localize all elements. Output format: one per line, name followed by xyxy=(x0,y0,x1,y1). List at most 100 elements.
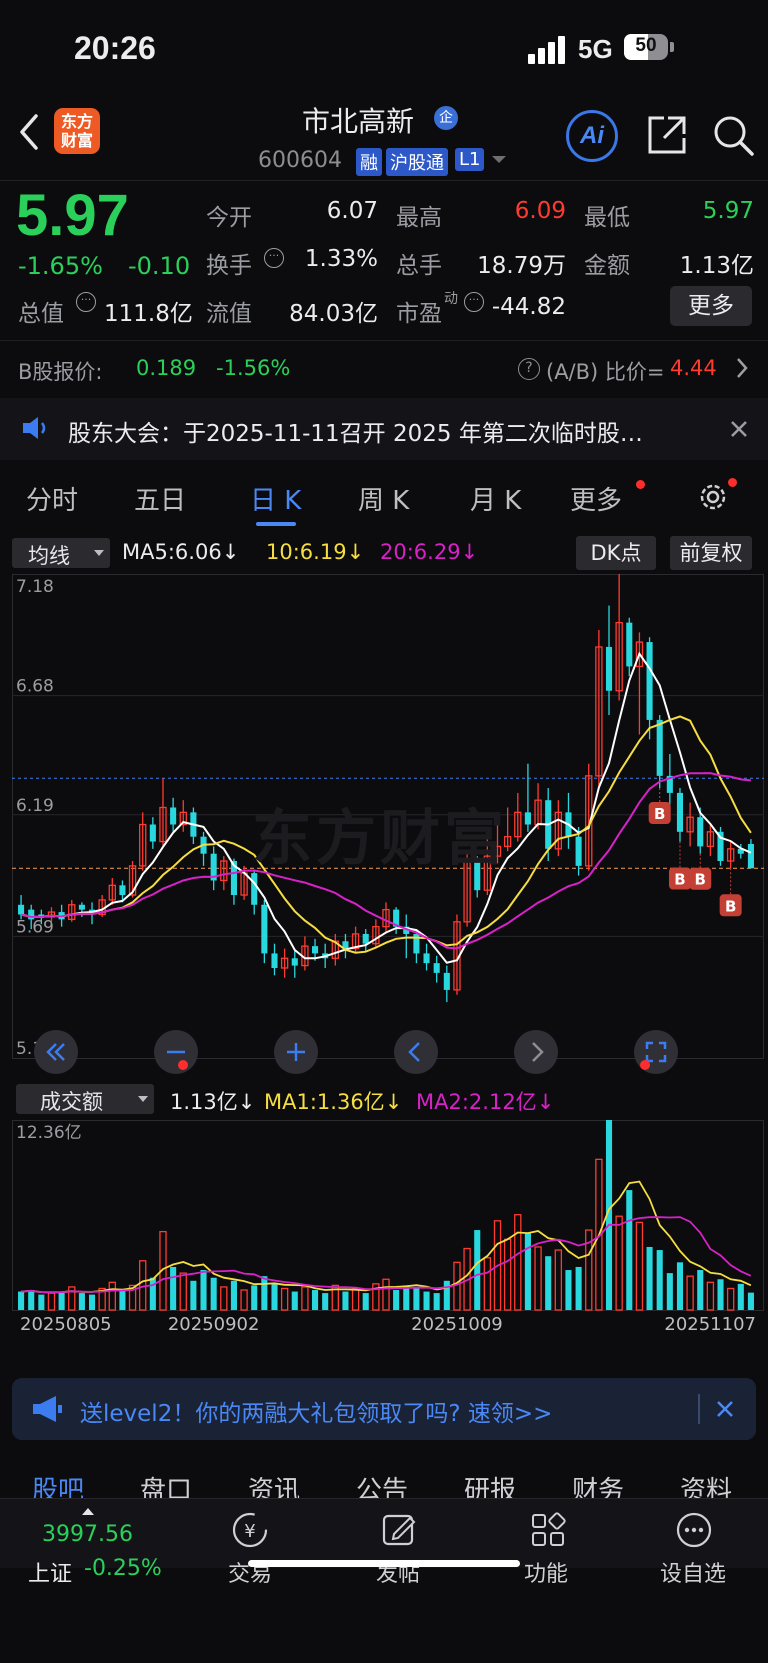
volume-bar xyxy=(545,1256,552,1310)
notification-dot xyxy=(728,478,737,487)
high-value: 6.09 xyxy=(514,198,566,224)
buy-signal-label: B xyxy=(695,871,706,889)
tab-daily-k[interactable]: 日 K xyxy=(250,480,301,517)
ratio-value: 4.44 xyxy=(670,356,717,380)
chart-watermark: 东方财富 xyxy=(252,804,508,874)
index-change[interactable]: -0.25% xyxy=(84,1556,162,1581)
float-label: 流值 xyxy=(206,301,252,327)
search-icon[interactable] xyxy=(712,114,756,158)
notice-text[interactable]: 股东大会：于2025-11-11召开 2025 年第二次临时股… xyxy=(68,414,643,448)
candle-body xyxy=(443,972,450,990)
volume-bar xyxy=(382,1278,390,1311)
header-divider xyxy=(0,180,768,181)
compose-icon[interactable] xyxy=(380,1510,420,1550)
next-button[interactable] xyxy=(514,1030,558,1074)
adjust-button[interactable]: 前复权 xyxy=(670,536,752,570)
settings-icon[interactable] xyxy=(696,480,730,514)
tab-weekly-k[interactable]: 周 K xyxy=(358,480,409,517)
dropdown-icon xyxy=(138,1096,148,1102)
zoom-out-button[interactable] xyxy=(154,1030,198,1074)
volume-bar xyxy=(534,1246,542,1311)
nav-add-watchlist[interactable]: 设自选 xyxy=(660,1556,726,1588)
tab-research[interactable]: 研报 xyxy=(464,1470,516,1498)
megaphone-icon xyxy=(30,1394,64,1424)
volume-bar xyxy=(686,1275,694,1311)
info-icon[interactable]: ··· xyxy=(464,292,484,312)
trade-icon[interactable]: ¥ xyxy=(230,1510,270,1550)
volume-bar xyxy=(119,1290,126,1310)
volume-bar xyxy=(747,1292,754,1310)
volume-bar xyxy=(615,1215,623,1311)
volume-bar xyxy=(474,1230,481,1310)
stock-code: 600604 xyxy=(258,148,342,173)
indicator-selector[interactable]: 均线 xyxy=(12,538,110,568)
bshare-label: B股报价: xyxy=(18,360,103,384)
ratio-label: (A/B) 比价= xyxy=(546,360,665,384)
indicator-selector-label: 均线 xyxy=(28,544,70,568)
back-icon[interactable] xyxy=(14,112,44,152)
promo-text[interactable]: 送level2！你的两融大礼包领取了吗? 速领>> xyxy=(80,1394,552,1428)
info-icon[interactable]: ··· xyxy=(76,292,96,312)
candle-body xyxy=(656,719,663,776)
tab-five-day[interactable]: 五日 xyxy=(134,480,186,517)
chevron-right-icon[interactable] xyxy=(734,356,750,380)
index-value[interactable]: 3997.56 xyxy=(42,1522,133,1547)
tab-announcements[interactable]: 公告 xyxy=(356,1470,408,1498)
candle-body xyxy=(261,904,268,954)
tab-intraday[interactable]: 分时 xyxy=(26,480,78,517)
badge-level: L1 xyxy=(455,148,485,171)
help-icon[interactable]: ? xyxy=(518,358,540,380)
tab-guba[interactable]: 股吧 xyxy=(32,1470,84,1498)
tab-active-indicator xyxy=(256,522,296,526)
date-axis-label: 20251107 xyxy=(664,1314,756,1334)
candle-body xyxy=(524,812,531,825)
scroll-left-button[interactable] xyxy=(34,1030,78,1074)
dk-point-button[interactable]: DK点 xyxy=(576,536,656,570)
zoom-in-button[interactable] xyxy=(274,1030,318,1074)
volume-label: 总手 xyxy=(396,253,442,279)
more-button[interactable]: 更多 xyxy=(670,286,752,326)
tab-news[interactable]: 资讯 xyxy=(248,1470,300,1498)
candle-body xyxy=(119,885,126,896)
volume-bar xyxy=(47,1292,56,1311)
tab-financials[interactable]: 财务 xyxy=(572,1470,624,1498)
volume-chart[interactable]: 12.36亿 20250805 20250902 20251009 20251107 xyxy=(12,1120,764,1334)
more-dots-icon[interactable] xyxy=(674,1510,714,1550)
tab-profile[interactable]: 资料 xyxy=(680,1470,732,1498)
tab-monthly-k[interactable]: 月 K xyxy=(470,480,521,517)
svg-text:¥: ¥ xyxy=(244,1521,255,1542)
current-price: 5.97 xyxy=(16,183,129,248)
share-icon[interactable] xyxy=(646,114,688,156)
info-icon[interactable]: ··· xyxy=(264,248,284,268)
volume-bar xyxy=(58,1291,65,1310)
high-label: 最高 xyxy=(396,205,442,231)
turnover-value: 1.33% xyxy=(304,246,378,272)
caret-down-icon[interactable] xyxy=(492,156,506,163)
volume-bar xyxy=(403,1285,410,1310)
close-icon[interactable] xyxy=(728,418,750,440)
index-name[interactable]: 上证 xyxy=(28,1556,72,1588)
grid-icon[interactable] xyxy=(528,1510,568,1550)
ai-button[interactable]: Ai xyxy=(566,110,618,162)
volume-bar xyxy=(351,1287,360,1311)
candle-body xyxy=(697,817,704,847)
double-chevron-left-icon xyxy=(46,1043,65,1061)
volume-value: 18.79万 xyxy=(477,253,566,279)
amount-value: 1.13亿 xyxy=(679,253,754,279)
volume-bar xyxy=(413,1286,420,1310)
candle-body xyxy=(676,792,684,832)
bshare-price: 0.189 xyxy=(136,356,197,380)
previous-button[interactable] xyxy=(394,1030,438,1074)
nav-functions[interactable]: 功能 xyxy=(524,1556,568,1588)
close-icon[interactable] xyxy=(714,1398,736,1420)
date-axis-label: 20250902 xyxy=(168,1314,260,1334)
enterprise-icon: 企 xyxy=(434,106,458,130)
tab-orderbook[interactable]: 盘口 xyxy=(140,1470,192,1498)
tab-more[interactable]: 更多 xyxy=(570,480,622,517)
candle-body xyxy=(251,873,258,905)
volume-indicator-selector[interactable]: 成交额 xyxy=(16,1084,154,1114)
stock-name: 市北高新 xyxy=(302,105,415,138)
candle-body xyxy=(149,824,156,842)
volume-bar xyxy=(149,1277,156,1310)
volume-bar xyxy=(423,1291,430,1310)
